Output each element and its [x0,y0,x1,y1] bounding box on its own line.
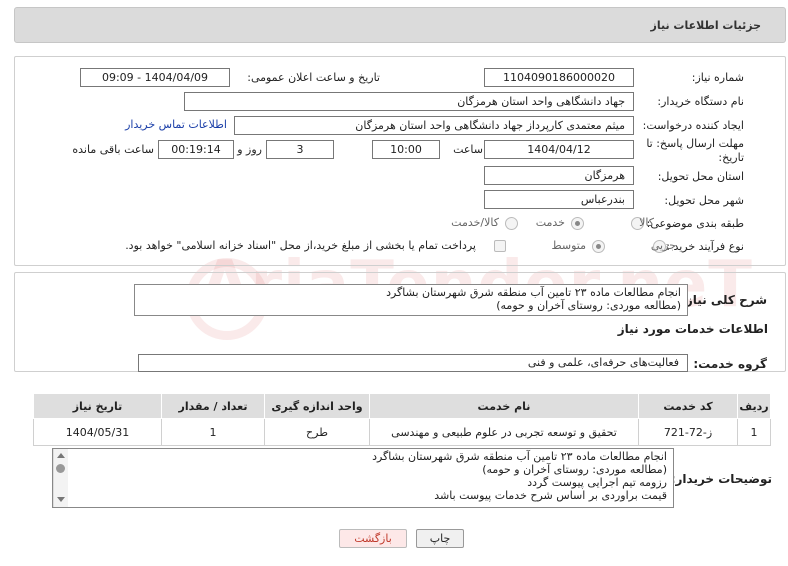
page-title: جزئیات اطلاعات نیاز [650,19,762,32]
scroll-thumb[interactable] [56,464,65,473]
scroll-up-icon[interactable] [57,453,65,458]
service-group-label: گروه خدمت: [693,357,767,371]
announce-label: تاریخ و ساعت اعلان عمومی: [247,71,380,84]
deadline-time-label: ساعت [453,143,483,156]
requester-label: ایجاد کننده درخواست: [642,119,744,132]
process-option-minor: جزیی [650,239,676,252]
remaining-time-field: 00:19:14 [158,140,234,159]
announce-field: 1404/04/09 - 09:09 [80,68,230,87]
need-info-panel [14,56,786,266]
need-number-label: شماره نیاز: [691,71,744,84]
table-header-row: ردیف کد خدمت نام خدمت واحد اندازه گیری ت… [33,393,771,419]
back-button[interactable]: بازگشت [339,529,407,548]
services-table: ردیف کد خدمت نام خدمت واحد اندازه گیری ت… [33,393,771,446]
process-option-medium: متوسط [551,239,586,252]
days-field: 3 [266,140,334,159]
buyer-contact-link[interactable]: اطلاعات تماس خریدار [125,118,227,131]
cell-qty: 1 [161,418,265,446]
description-label: شرح کلی نیاز: [681,293,767,307]
province-field: هرمزگان [484,166,634,185]
treasury-note: پرداخت تمام یا بخشی از مبلغ خرید،از محل … [125,239,476,252]
treasury-checkbox[interactable] [494,240,506,252]
process-label: نوع فرآیند خرید : [666,240,744,253]
days-label: روز و [237,143,262,156]
page-header: جزئیات اطلاعات نیاز [14,7,786,43]
cell-name: تحقیق و توسعه تجربی در علوم طبیعی و مهند… [369,418,639,446]
description-box: انجام مطالعات ماده ۲۳ تامین آب منطقه شرق… [134,284,688,316]
need-number-field: 1104090186000020 [484,68,634,87]
buyer-org-field: جهاد دانشگاهی واحد استان هرمزگان [184,92,634,111]
deadline-time-field: 10:00 [372,140,440,159]
city-field: بندرعباس [484,190,634,209]
category-radio-service[interactable] [571,217,584,230]
city-label: شهر محل تحویل: [664,194,744,207]
col-qty: تعداد / مقدار [161,393,265,419]
table-row: 1 ز-72-721 تحقیق و توسعه تجربی در علوم ط… [33,418,771,446]
category-label: طبقه بندی موضوعی: [646,217,744,230]
buyer-notes-box: انجام مطالعات ماده ۲۳ تامین آب منطقه شرق… [52,448,674,508]
buyer-notes-label: توضیحات خریدار: [670,472,772,486]
col-code: کد خدمت [638,393,738,419]
buyer-org-label: نام دستگاه خریدار: [657,95,744,108]
process-radio-medium[interactable] [592,240,605,253]
col-name: نام خدمت [369,393,639,419]
remaining-time-label: ساعت باقی مانده [72,143,154,156]
col-date: تاریخ نیاز [33,393,162,419]
print-button[interactable]: چاپ [416,529,464,548]
notes-scrollbar[interactable] [53,449,68,507]
deadline-label: مهلت ارسال پاسخ: تا [646,137,744,150]
services-info-title: اطلاعات خدمات مورد نیاز [617,322,768,336]
category-option-goods: کالا [639,216,654,229]
requester-field: میثم معتمدی کارپرداز جهاد دانشگاهی واحد … [234,116,634,135]
cell-row: 1 [737,418,771,446]
cell-code: ز-72-721 [638,418,738,446]
services-table-wrap: ردیف کد خدمت نام خدمت واحد اندازه گیری ت… [33,393,771,446]
deadline-label-date: تاریخ: [718,151,744,164]
province-label: استان محل تحویل: [657,170,744,183]
col-row: ردیف [737,393,771,419]
service-group-field: فعالیت‌های حرفه‌ای، علمی و فنی [138,354,688,372]
cell-unit: طرح [264,418,370,446]
category-option-both: کالا/خدمت [451,216,499,229]
cell-date: 1404/05/31 [33,418,162,446]
col-unit: واحد اندازه گیری [264,393,370,419]
category-option-service: خدمت [535,216,565,229]
category-radio-both[interactable] [505,217,518,230]
deadline-date-field: 1404/04/12 [484,140,634,159]
scroll-down-icon[interactable] [57,497,65,502]
